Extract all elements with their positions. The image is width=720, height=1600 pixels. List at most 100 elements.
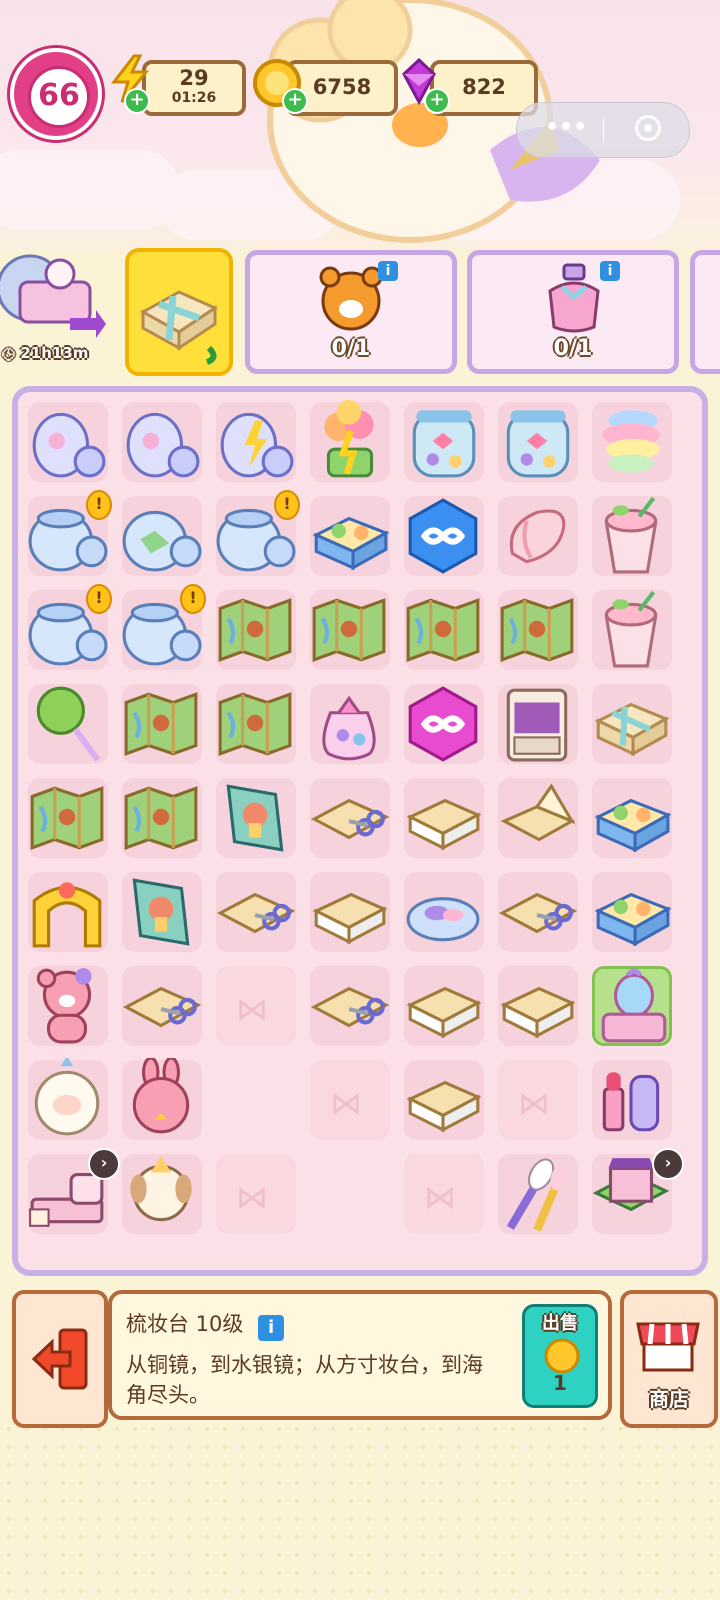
board-cell[interactable] bbox=[28, 402, 108, 482]
order-slot-1[interactable]: i 0/1 bbox=[245, 250, 457, 374]
board-cell[interactable] bbox=[122, 496, 202, 576]
item-info-icon[interactable]: i bbox=[258, 1315, 285, 1341]
order-slot-2[interactable]: i 0/1 bbox=[467, 250, 679, 374]
gem-plus-button[interactable]: + bbox=[424, 88, 450, 114]
board-cell[interactable] bbox=[28, 872, 108, 952]
lipstick-set-icon bbox=[602, 1072, 660, 1132]
bow-placeholder-icon: ⋈ bbox=[518, 1084, 550, 1122]
board-cell[interactable] bbox=[310, 590, 390, 670]
board-cell[interactable]: ! bbox=[216, 490, 300, 576]
board-cell[interactable] bbox=[498, 590, 578, 670]
board-cell[interactable] bbox=[216, 684, 296, 764]
board-cell[interactable] bbox=[122, 1058, 202, 1140]
board-cell[interactable] bbox=[216, 872, 296, 952]
board-cell[interactable] bbox=[28, 966, 108, 1046]
board-cell[interactable] bbox=[592, 872, 672, 952]
board-cell[interactable] bbox=[310, 684, 390, 764]
board-cell[interactable] bbox=[28, 684, 108, 764]
board-cell[interactable]: › bbox=[28, 1148, 120, 1234]
energy-plus-button[interactable]: + bbox=[124, 88, 150, 114]
board-cell[interactable] bbox=[592, 402, 672, 482]
board-cell[interactable] bbox=[310, 966, 390, 1046]
order-gift-box-slot[interactable] bbox=[125, 248, 233, 376]
paper-folder-icon bbox=[500, 783, 576, 842]
board-cell[interactable] bbox=[122, 684, 202, 764]
order-2-info-icon[interactable]: i bbox=[600, 261, 620, 281]
paper-stack-icon bbox=[312, 892, 388, 945]
board-cell[interactable] bbox=[310, 778, 390, 858]
board-cell[interactable] bbox=[592, 590, 672, 670]
board-cell[interactable] bbox=[404, 1060, 484, 1140]
board-cell[interactable] bbox=[216, 1060, 296, 1140]
sell-button[interactable]: 出售 1 bbox=[522, 1304, 598, 1408]
board-cell[interactable] bbox=[122, 966, 202, 1046]
candy-jar-lid-icon bbox=[126, 412, 200, 478]
board-cell[interactable] bbox=[592, 778, 672, 858]
board-cell[interactable]: › bbox=[592, 1148, 684, 1234]
board-cell[interactable] bbox=[404, 496, 484, 576]
board-cell[interactable] bbox=[216, 778, 296, 858]
board-cell[interactable] bbox=[498, 1154, 578, 1234]
board-cell[interactable] bbox=[592, 496, 672, 576]
alert-icon: ! bbox=[180, 584, 206, 614]
board-cell[interactable] bbox=[404, 590, 484, 670]
board-cell[interactable]: ⋈ bbox=[216, 966, 296, 1046]
balloon-cupcake-sparkle-icon bbox=[324, 400, 374, 478]
next-arrow-icon: › bbox=[88, 1148, 120, 1180]
board-cell[interactable] bbox=[404, 684, 484, 764]
cotton-candy-icon bbox=[602, 410, 660, 473]
mint-jar-icon bbox=[122, 510, 202, 572]
golden-gate-icon bbox=[32, 882, 102, 948]
board-cell[interactable] bbox=[498, 402, 578, 482]
board-cell[interactable] bbox=[404, 778, 484, 858]
board-cell[interactable] bbox=[592, 966, 672, 1046]
board-cell[interactable] bbox=[310, 872, 390, 952]
board-cell[interactable] bbox=[498, 778, 578, 858]
puppy-plush-icon bbox=[130, 1156, 192, 1222]
exit-button[interactable] bbox=[12, 1290, 108, 1428]
board-cell[interactable] bbox=[498, 496, 578, 576]
board-cell[interactable]: ! bbox=[122, 584, 206, 670]
board-cell[interactable]: ! bbox=[28, 584, 112, 670]
board-cell[interactable] bbox=[310, 1154, 390, 1234]
board-cell[interactable] bbox=[310, 496, 390, 576]
board-cell[interactable] bbox=[404, 966, 484, 1046]
coin-plus-button[interactable]: + bbox=[282, 88, 308, 114]
board-cell[interactable] bbox=[122, 778, 202, 858]
board-cell[interactable] bbox=[28, 778, 108, 858]
board-cell[interactable] bbox=[122, 872, 202, 952]
board-cell[interactable] bbox=[122, 1154, 202, 1234]
board-cell[interactable]: ⋈ bbox=[310, 1060, 390, 1140]
shop-button[interactable]: 商店 bbox=[620, 1290, 718, 1428]
floor-pattern bbox=[0, 1420, 720, 1600]
board-cell[interactable] bbox=[310, 400, 390, 482]
board-cell[interactable]: ⋈ bbox=[216, 1154, 296, 1234]
mini-program-capsule[interactable]: ••• bbox=[516, 102, 690, 158]
board-cell[interactable] bbox=[592, 1060, 672, 1140]
energy-counter[interactable]: 29 01:26 bbox=[142, 60, 246, 116]
alert-icon: ! bbox=[86, 584, 112, 614]
board-cell[interactable] bbox=[404, 872, 484, 952]
more-dots-icon[interactable]: ••• bbox=[545, 115, 587, 140]
order-1-info-icon[interactable]: i bbox=[378, 261, 398, 281]
board-cell[interactable] bbox=[498, 872, 578, 952]
makeup-brushes-icon bbox=[506, 1158, 569, 1232]
close-circle-icon[interactable] bbox=[635, 115, 661, 141]
merge-board: !!!! ⋈ ⋈ ⋈ › ⋈ ⋈ › bbox=[12, 386, 708, 1276]
board-cell[interactable] bbox=[122, 402, 202, 482]
board-cell[interactable]: ! bbox=[28, 490, 112, 576]
board-cell[interactable] bbox=[592, 684, 672, 764]
board-cell[interactable] bbox=[216, 402, 296, 482]
board-cell[interactable] bbox=[216, 590, 296, 670]
board-cell[interactable]: ⋈ bbox=[404, 1154, 484, 1234]
player-level-badge[interactable]: 66 bbox=[10, 48, 102, 140]
board-cell[interactable] bbox=[28, 1058, 108, 1140]
order-slot-3-partial[interactable] bbox=[690, 250, 720, 374]
event-timer: ◷ 21h13m bbox=[2, 344, 88, 362]
event-carnival-button[interactable]: ◷ 21h13m bbox=[0, 248, 110, 368]
board-cell[interactable] bbox=[404, 402, 484, 482]
map-icon bbox=[312, 598, 386, 662]
board-cell[interactable] bbox=[498, 966, 578, 1046]
board-cell[interactable]: ⋈ bbox=[498, 1060, 578, 1140]
board-cell[interactable] bbox=[498, 684, 578, 764]
